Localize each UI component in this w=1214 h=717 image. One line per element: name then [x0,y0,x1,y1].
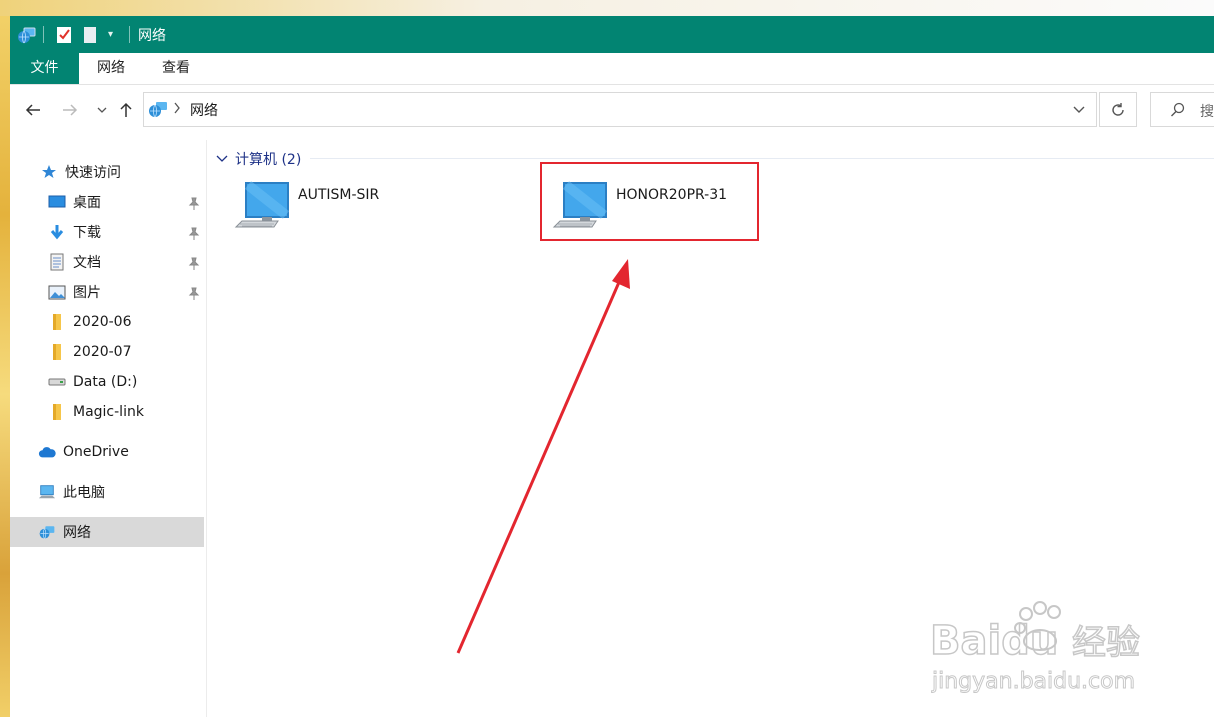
computer-name: AUTISM-SIR [298,187,380,203]
refresh-button[interactable] [1099,92,1137,127]
sidebar-item-drive-d[interactable]: Data (D:) [48,367,137,397]
breadcrumb-chevron-icon[interactable] [173,102,181,118]
new-folder-icon[interactable] [83,16,97,53]
up-button[interactable] [115,96,137,124]
tab-file[interactable]: 文件 [10,53,79,84]
arrow-right-icon [63,104,78,116]
sidebar-item-this-pc[interactable]: 此电脑 [38,477,105,507]
sidebar-item-quick-access[interactable]: 快速访问 [40,157,121,187]
group-header-computers[interactable]: 计算机 (2) [216,149,301,169]
recent-locations-button[interactable] [91,96,113,124]
sidebar-item-label: 网络 [63,525,91,541]
sidebar-item-label: 文档 [73,255,101,271]
search-input[interactable]: 搜 [1200,101,1214,121]
arrow-up-icon [120,102,132,117]
computer-item-autism-sir[interactable]: AUTISM-SIR [232,176,432,246]
sidebar-item-label: 2020-06 [73,314,132,330]
sidebar-item-label: 图片 [73,285,101,301]
breadcrumb-network[interactable]: 网络 [190,100,218,120]
forward-button[interactable] [59,96,81,124]
sidebar-item-folder-2020-07[interactable]: 2020-07 [48,337,132,367]
pin-icon[interactable] [188,227,200,241]
refresh-icon [1112,102,1124,116]
window-title: 网络 [138,28,166,44]
cloud-icon [38,443,56,461]
customize-quick-access-icon[interactable]: ▾ [108,16,113,53]
sidebar-item-downloads[interactable]: 下载 [48,217,101,247]
sidebar-item-label: 此电脑 [63,485,105,501]
chevron-down-icon [1073,106,1085,113]
baidu-jingyan-watermark: Baidu 经验 jingyan.baidu.com [928,596,1168,706]
svg-text:Baidu: Baidu [930,618,1058,664]
network-icon [147,99,169,123]
folder-icon [48,313,66,331]
search-icon [1170,102,1186,122]
ribbon-tabs: 文件 网络 查看 [10,53,1214,85]
network-app-icon [17,16,37,53]
pin-icon[interactable] [188,197,200,211]
annotation-arrow [456,259,630,654]
network-icon [38,523,56,541]
sidebar-item-pictures[interactable]: 图片 [48,277,101,307]
pin-icon[interactable] [188,287,200,301]
drive-icon [48,373,66,391]
highlight-box [540,162,759,241]
baidu-logo: Baidu 经验 jingyan.baidu.com [929,601,1141,695]
sidebar-item-magic-link[interactable]: Magic-link [48,397,144,427]
sidebar-item-network[interactable]: 网络 [10,517,204,547]
folder-icon [48,343,66,361]
sidebar-item-label: 2020-07 [73,344,132,360]
sidebar-item-documents[interactable]: 文档 [48,247,101,277]
navigation-pane: 快速访问 桌面 下载 文档 图片 2020-06 2020-07 Data (D… [10,140,207,717]
folder-icon [48,403,66,421]
computer-icon [38,483,56,501]
back-button[interactable] [22,96,44,124]
sidebar-item-onedrive[interactable]: OneDrive [38,437,129,467]
separator [43,26,44,43]
sidebar-item-desktop[interactable]: 桌面 [48,187,101,217]
address-history-button[interactable] [1069,100,1089,120]
address-bar[interactable] [143,92,1097,127]
pictures-icon [48,283,66,301]
desktop-icon [48,193,66,211]
sidebar-item-label: 桌面 [73,195,101,211]
tab-network[interactable]: 网络 [85,53,137,84]
sidebar-item-label: 快速访问 [65,165,121,181]
group-label: 计算机 (2) [235,152,302,168]
desktop-background-top [0,0,1214,16]
properties-icon[interactable] [56,16,72,53]
computer-icon [232,179,292,239]
sidebar-item-folder-2020-06[interactable]: 2020-06 [48,307,132,337]
svg-text:jingyan.baidu.com: jingyan.baidu.com [931,669,1135,694]
chevron-down-icon [97,107,107,113]
star-icon [40,163,58,181]
separator [129,26,130,43]
document-icon [48,253,66,271]
sidebar-item-label: OneDrive [63,444,129,460]
sidebar-item-label: 下载 [73,225,101,241]
svg-text:经验: 经验 [1072,623,1140,663]
pin-icon[interactable] [188,257,200,271]
file-explorer-window: ▾ 网络 文件 网络 查看 网络 搜 快速访问 桌面 下载 文档 图片 2020… [10,16,1214,717]
chevron-down-icon [216,155,228,162]
sidebar-item-label: Magic-link [73,404,144,420]
sidebar-item-label: Data (D:) [73,374,138,390]
arrow-left-icon [25,104,40,116]
download-icon [48,223,66,241]
tab-view[interactable]: 查看 [150,53,202,84]
title-bar: ▾ 网络 [10,16,1214,53]
group-divider [310,158,1214,159]
